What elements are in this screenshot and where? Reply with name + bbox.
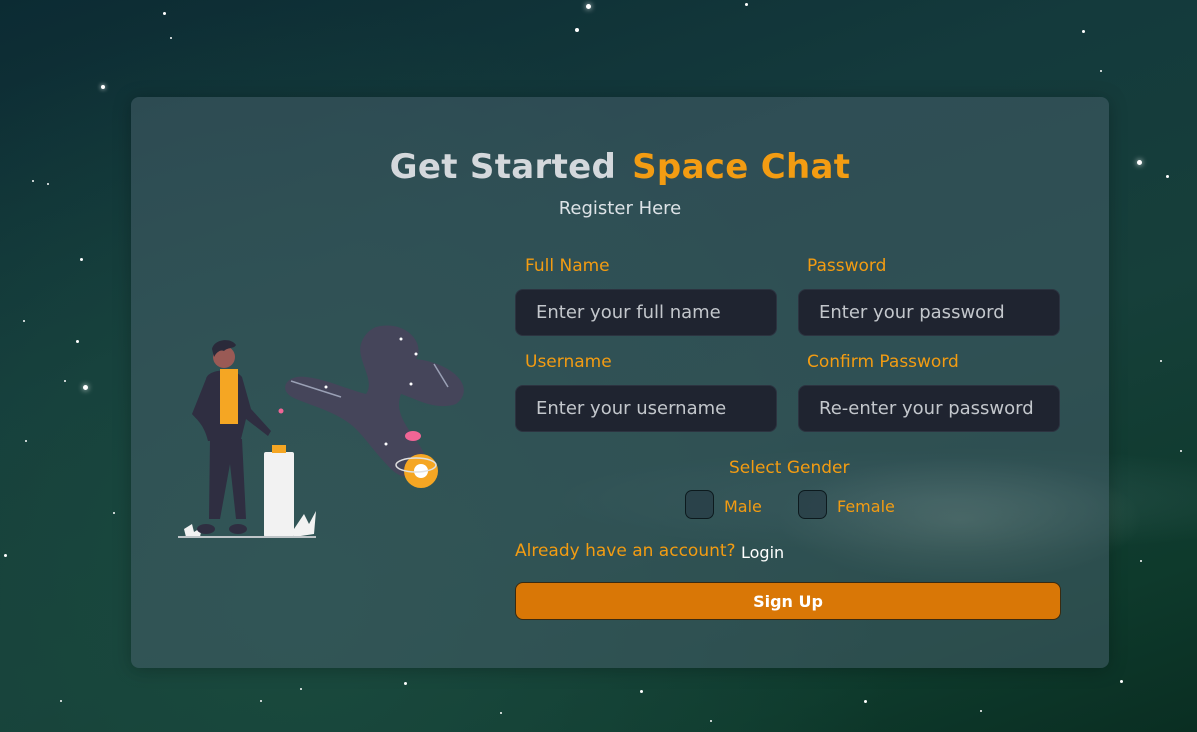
gender-label: Select Gender (729, 458, 850, 478)
username-input[interactable] (515, 385, 777, 432)
page-subtitle: Register Here (558, 198, 682, 219)
password-label: Password (807, 256, 887, 276)
sign-up-button[interactable]: Sign Up (515, 582, 1061, 620)
male-checkbox[interactable] (685, 490, 714, 519)
page-title: Get Started Space Chat (131, 147, 1109, 187)
confirm-password-input[interactable] (798, 385, 1060, 432)
full-name-label: Full Name (525, 256, 610, 276)
title-app-name: Space Chat (632, 147, 851, 187)
login-link[interactable]: Login (741, 543, 784, 562)
female-label[interactable]: Female (837, 497, 895, 516)
username-label: Username (525, 352, 612, 372)
astronaut-illustration (178, 325, 464, 538)
password-input[interactable] (798, 289, 1060, 336)
title-get-started: Get Started (389, 147, 617, 187)
account-prompt: Already have an account? (515, 541, 736, 561)
female-checkbox[interactable] (798, 490, 827, 519)
male-label[interactable]: Male (724, 497, 762, 516)
register-card: Get Started Space Chat Register Here Full (131, 97, 1109, 668)
full-name-input[interactable] (515, 289, 777, 336)
confirm-password-label: Confirm Password (807, 352, 959, 372)
